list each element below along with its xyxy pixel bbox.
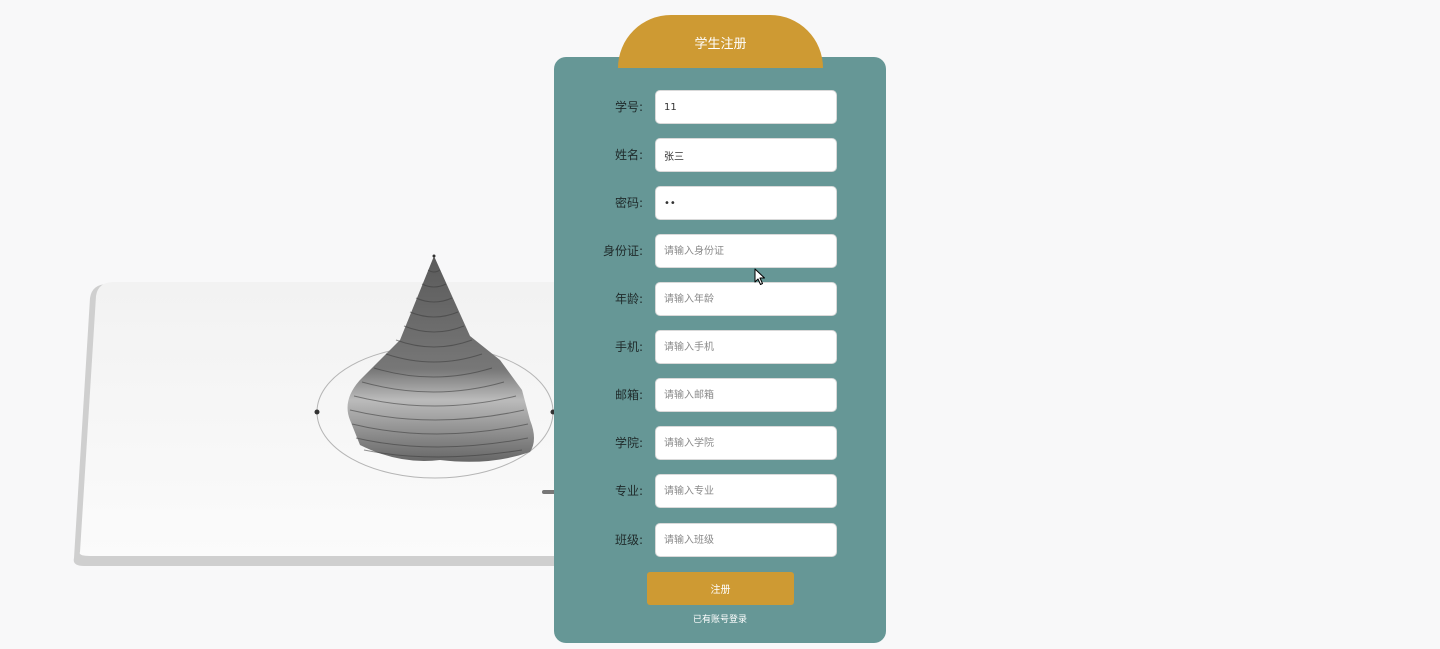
name-label: 姓名:: [614, 148, 643, 162]
register-card: 学号: 姓名: 密码: 身份证: 年龄: 手机:: [554, 57, 886, 643]
field-row-phone: 手机:: [554, 330, 886, 364]
id-card-input[interactable]: [655, 234, 837, 268]
form-title: 学生注册: [694, 37, 747, 52]
field-row-student-id: 学号:: [554, 90, 886, 124]
field-row-password: 密码:: [554, 186, 886, 220]
background-illustration: [73, 254, 580, 566]
id-card-label: 身份证:: [602, 244, 643, 258]
field-row-name: 姓名:: [554, 138, 886, 172]
name-input[interactable]: [655, 138, 837, 172]
field-row-major: 专业:: [554, 474, 886, 508]
register-button[interactable]: 注册: [647, 572, 794, 605]
college-label: 学院:: [614, 436, 643, 450]
password-input[interactable]: [655, 186, 837, 220]
field-row-class: 班级:: [554, 523, 886, 557]
age-input[interactable]: [655, 282, 837, 316]
field-row-id-card: 身份证:: [554, 234, 886, 268]
mouse-pointer-icon: [754, 268, 765, 285]
student-id-input[interactable]: [655, 90, 837, 124]
page: 学生注册 学号: 姓名: 密码: 身份证: 年龄:: [0, 0, 1440, 649]
phone-input[interactable]: [655, 330, 837, 364]
email-label: 邮箱:: [614, 388, 643, 402]
field-row-age: 年龄:: [554, 282, 886, 316]
email-input[interactable]: [655, 378, 837, 412]
student-id-label: 学号:: [614, 100, 643, 114]
field-row-email: 邮箱:: [554, 378, 886, 412]
age-label: 年龄:: [614, 292, 643, 306]
phone-label: 手机:: [614, 340, 643, 354]
major-label: 专业:: [614, 484, 643, 498]
password-label: 密码:: [614, 196, 643, 210]
field-row-college: 学院:: [554, 426, 886, 460]
class-input[interactable]: [655, 523, 837, 557]
login-link[interactable]: 已有账号登录: [554, 612, 886, 625]
class-label: 班级:: [614, 533, 643, 547]
major-input[interactable]: [655, 474, 837, 508]
college-input[interactable]: [655, 426, 837, 460]
form-title-tab: 学生注册: [618, 15, 823, 68]
